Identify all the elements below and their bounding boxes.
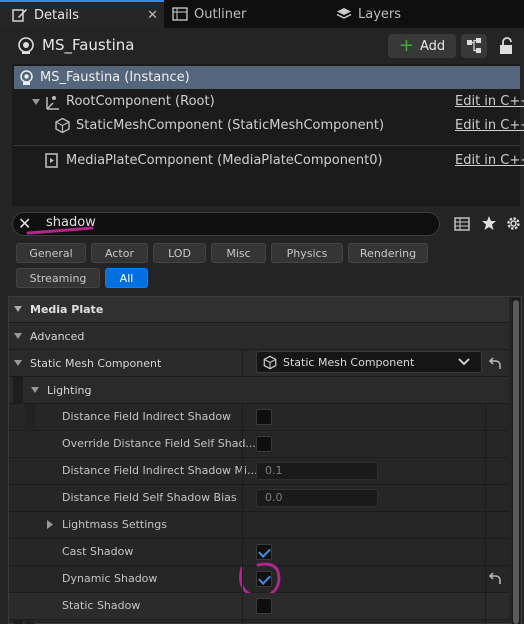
reset-to-default-icon[interactable] [488,357,502,371]
static-shadow-checkbox[interactable] [256,598,272,614]
filter-actor[interactable]: Actor [91,243,148,263]
settings-gear-icon[interactable] [505,215,522,232]
tab-outliner-label: Outliner [194,6,247,22]
static-mesh-icon [263,355,277,370]
collapse-arrow-icon[interactable] [13,305,23,313]
blueprint-button[interactable] [461,34,487,58]
prop-dynamic-shadow-label: Dynamic Shadow [62,572,158,585]
media-plate-icon [45,153,58,168]
reset-to-default-icon[interactable] [488,572,502,586]
details-pencil-icon [12,7,28,23]
tab-bar: Details ✕ Outliner Layers [0,0,524,28]
actor-title: MS_Faustina [42,36,135,54]
tab-details-label: Details [34,7,80,23]
collapse-arrow-icon[interactable] [13,359,23,367]
prop-static-shadow-label: Static Shadow [62,599,141,612]
edit-in-cpp-link-static-mesh[interactable]: Edit in C++ [455,118,524,133]
filter-misc[interactable]: Misc [211,243,266,263]
filter-lod[interactable]: LOD [153,243,206,263]
column-splitter[interactable] [242,350,243,377]
chevron-down-icon [458,358,470,366]
component-media-plate-label[interactable]: MediaPlateComponent (MediaPlateComponent… [66,153,383,168]
category-media-plate-label: Media Plate [30,303,104,316]
component-static-mesh-label[interactable]: StaticMeshComponent (StaticMeshComponent… [76,118,384,133]
collapse-arrow-icon[interactable] [13,332,23,340]
category-static-mesh-label: Static Mesh Component [30,357,162,370]
root-component-icon [46,96,59,110]
df-indirect-shadow-checkbox[interactable] [256,409,272,425]
table-view-icon[interactable] [454,216,470,232]
static-mesh-icon [55,117,70,134]
edit-in-cpp-link-root[interactable]: Edit in C++ [455,94,524,109]
prop-df-indirect-shadow-label: Distance Field Indirect Shadow [62,410,232,423]
add-component-button[interactable]: + Add [388,34,456,58]
close-tab-icon[interactable]: ✕ [147,8,158,23]
tab-layers-label: Layers [358,6,402,22]
blueprint-icon [467,38,481,53]
favorites-star-icon[interactable] [481,215,497,231]
cast-shadow-checkbox[interactable] [256,544,272,560]
outliner-icon [172,6,188,22]
component-divider [14,145,520,146]
column-splitter[interactable] [242,404,243,624]
edit-in-cpp-link-media-plate[interactable]: Edit in C++ [455,153,524,168]
filter-physics[interactable]: Physics [271,243,343,263]
lock-icon[interactable] [497,36,515,56]
expand-arrow-icon[interactable] [31,98,41,106]
add-label: Add [419,38,446,54]
collapse-arrow-icon[interactable] [30,386,40,394]
tab-details[interactable]: Details ✕ [0,0,164,28]
filter-rendering[interactable]: Rendering [348,243,428,263]
prop-cast-shadow-label: Cast Shadow [62,545,134,558]
column-splitter [485,404,486,624]
df-self-bias-input[interactable]: 0.0 [256,489,378,507]
override-df-self-checkbox[interactable] [256,436,272,452]
category-advanced-label: Advanced [30,330,85,343]
component-root-label[interactable]: RootComponent (Root) [66,94,215,109]
prop-df-self-bias-label: Distance Field Self Shadow Bias [62,491,237,504]
filter-streaming[interactable]: Streaming [16,268,100,288]
layers-icon [336,6,352,22]
component-instance-label: MS_Faustina (Instance) [40,70,190,85]
plus-icon: + [398,35,414,56]
df-indirect-min-input[interactable]: 0.1 [256,462,378,480]
prop-override-df-self-label: Override Distance Field Self Shad... [62,437,256,450]
annotation-underline [26,226,94,235]
prop-df-indirect-min-label: Distance Field Indirect Shadow Mi... [62,464,258,477]
filter-all[interactable]: All [105,268,148,288]
static-mesh-dropdown-value: Static Mesh Component [283,356,415,369]
tab-outliner[interactable]: Outliner [172,0,322,28]
tab-layers[interactable]: Layers [336,0,486,28]
prop-lightmass-label: Lightmass Settings [62,518,167,531]
scrollbar-thumb[interactable] [513,300,519,624]
category-lighting-label: Lighting [47,384,92,397]
filter-general[interactable]: General [16,243,86,263]
actor-icon [18,37,34,54]
instance-actor-icon [20,70,33,85]
expand-arrow-icon[interactable] [46,519,54,530]
